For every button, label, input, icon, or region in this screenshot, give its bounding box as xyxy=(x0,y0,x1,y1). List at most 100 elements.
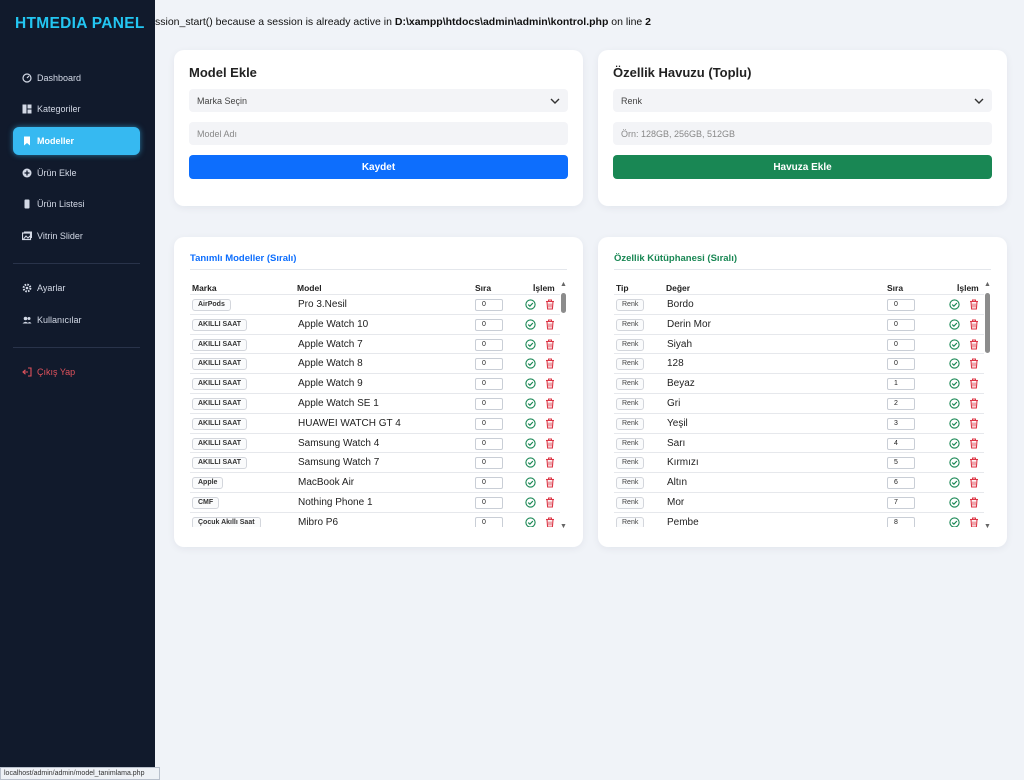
trash-icon[interactable] xyxy=(545,358,555,369)
feature-type-select[interactable]: Renk xyxy=(613,89,992,112)
trash-icon[interactable] xyxy=(969,438,979,449)
save-order-icon[interactable] xyxy=(525,477,536,488)
trash-icon[interactable] xyxy=(969,299,979,310)
trash-icon[interactable] xyxy=(969,378,979,389)
order-input[interactable]: 0 xyxy=(475,477,503,490)
trash-icon[interactable] xyxy=(545,398,555,409)
order-input[interactable]: 0 xyxy=(887,299,915,311)
brand-select[interactable]: Marka Seçin xyxy=(189,89,568,112)
trash-icon[interactable] xyxy=(545,438,555,449)
save-order-icon[interactable] xyxy=(525,299,536,310)
scroll-up-arrow[interactable]: ▲ xyxy=(560,281,567,288)
order-input[interactable]: 0 xyxy=(475,437,503,450)
save-order-icon[interactable] xyxy=(949,418,960,429)
save-order-icon[interactable] xyxy=(949,319,960,330)
add-to-pool-button[interactable]: Havuza Ekle xyxy=(613,155,992,179)
order-input[interactable]: 0 xyxy=(475,496,503,509)
trash-icon[interactable] xyxy=(969,319,979,330)
trash-icon[interactable] xyxy=(545,299,555,310)
save-order-icon[interactable] xyxy=(949,398,960,409)
feature-values-input[interactable]: Örn: 128GB, 256GB, 512GB xyxy=(613,122,992,145)
trash-icon[interactable] xyxy=(545,339,555,350)
save-order-icon[interactable] xyxy=(525,398,536,409)
trash-icon[interactable] xyxy=(969,358,979,369)
trash-icon[interactable] xyxy=(545,378,555,389)
sidebar-item-dashboard[interactable]: Dashboard xyxy=(13,64,140,92)
library-table-body: Renk Bordo 0 Renk Derin Mor 0 Renk Siyah 0 Renk 12… xyxy=(614,294,984,527)
order-input[interactable]: 7 xyxy=(887,496,915,509)
save-order-icon[interactable] xyxy=(949,358,960,370)
trash-icon[interactable] xyxy=(969,418,979,429)
order-input[interactable]: 8 xyxy=(887,516,915,527)
scrollbar-thumb[interactable] xyxy=(561,293,566,313)
order-input[interactable]: 0 xyxy=(475,358,503,371)
model-name: Apple Watch 7 xyxy=(298,338,363,350)
brand-badge: CMF xyxy=(192,496,220,509)
order-input[interactable]: 0 xyxy=(475,457,503,470)
sidebar-item-showcase-slider[interactable]: Vitrin Slider xyxy=(13,222,140,250)
trash-icon[interactable] xyxy=(969,339,979,350)
save-order-icon[interactable] xyxy=(949,378,960,389)
order-input[interactable]: 6 xyxy=(887,477,915,490)
trash-icon[interactable] xyxy=(545,517,555,527)
order-input[interactable]: 0 xyxy=(475,318,503,331)
sidebar-item-users[interactable]: Kullanıcılar xyxy=(13,306,140,334)
feature-value: Gri xyxy=(667,397,681,409)
sidebar-item-settings[interactable]: Ayarlar xyxy=(13,274,140,302)
order-input[interactable]: 0 xyxy=(475,299,503,311)
save-order-icon[interactable] xyxy=(949,497,960,508)
model-name: Apple Watch 9 xyxy=(298,378,363,390)
order-input[interactable]: 4 xyxy=(887,437,915,450)
order-input[interactable]: 0 xyxy=(887,318,915,331)
order-input[interactable]: 5 xyxy=(887,457,915,470)
sidebar-item-models[interactable]: Modeller xyxy=(13,127,140,155)
order-input[interactable]: 0 xyxy=(475,397,503,410)
trash-icon[interactable] xyxy=(969,398,979,409)
sidebar-item-product-list[interactable]: Ürün Listesi xyxy=(13,190,140,218)
save-order-icon[interactable] xyxy=(525,358,536,370)
trash-icon[interactable] xyxy=(969,457,979,468)
order-input[interactable]: 0 xyxy=(475,417,503,430)
save-order-icon[interactable] xyxy=(949,338,960,350)
trash-icon[interactable] xyxy=(969,497,979,508)
scroll-up-arrow[interactable]: ▲ xyxy=(984,281,991,288)
trash-icon[interactable] xyxy=(545,477,555,488)
save-order-icon[interactable] xyxy=(525,319,536,330)
trash-icon[interactable] xyxy=(545,497,555,508)
trash-icon[interactable] xyxy=(545,457,555,468)
sidebar-item-logout[interactable]: Çıkış Yap xyxy=(13,358,140,386)
order-input[interactable]: 3 xyxy=(887,417,915,430)
save-order-icon[interactable] xyxy=(949,517,960,527)
save-order-icon[interactable] xyxy=(525,338,536,350)
save-order-icon[interactable] xyxy=(525,517,536,527)
save-order-icon[interactable] xyxy=(525,418,536,429)
sidebar-item-categories[interactable]: Kategoriler xyxy=(13,95,140,123)
save-order-icon[interactable] xyxy=(949,437,960,449)
model-name-input[interactable]: Model Adı xyxy=(189,122,568,145)
save-order-icon[interactable] xyxy=(525,437,536,449)
order-input[interactable]: 0 xyxy=(887,338,915,351)
order-input[interactable]: 0 xyxy=(887,358,915,371)
save-order-icon[interactable] xyxy=(949,299,960,310)
save-order-icon[interactable] xyxy=(525,378,536,389)
trash-icon[interactable] xyxy=(545,418,555,429)
trash-icon[interactable] xyxy=(545,319,555,330)
trash-icon[interactable] xyxy=(969,517,979,527)
order-input[interactable]: 0 xyxy=(475,516,503,527)
save-order-icon[interactable] xyxy=(525,497,536,508)
sidebar-item-add-product[interactable]: Ürün Ekle xyxy=(13,159,140,187)
save-button[interactable]: Kaydet xyxy=(189,155,568,179)
order-input[interactable]: 1 xyxy=(887,378,915,391)
save-order-icon[interactable] xyxy=(949,457,960,469)
sidebar-divider xyxy=(13,347,140,348)
scrollbar-thumb[interactable] xyxy=(985,293,990,353)
order-input[interactable]: 2 xyxy=(887,397,915,410)
order-input[interactable]: 0 xyxy=(475,378,503,391)
trash-icon[interactable] xyxy=(969,477,979,488)
brand-logo[interactable]: HTMEDIA PANEL xyxy=(15,15,145,33)
scroll-down-arrow[interactable]: ▼ xyxy=(560,523,567,530)
save-order-icon[interactable] xyxy=(949,477,960,488)
scroll-down-arrow[interactable]: ▼ xyxy=(984,523,991,530)
order-input[interactable]: 0 xyxy=(475,338,503,351)
save-order-icon[interactable] xyxy=(525,457,536,469)
